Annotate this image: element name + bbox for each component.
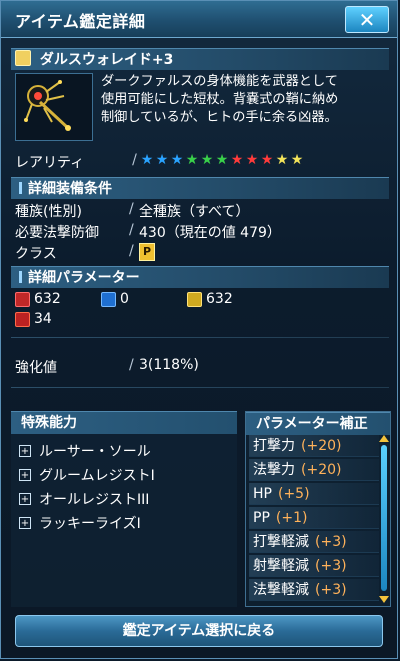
fire-element-stat: 34 bbox=[15, 311, 52, 327]
bonus-label: 打撃軽減 bbox=[253, 534, 309, 550]
rarity-star-icon: ★ bbox=[140, 152, 154, 168]
separator: / bbox=[129, 201, 134, 217]
tech-icon bbox=[187, 291, 202, 307]
separator: / bbox=[129, 222, 134, 238]
bonus-value: (+3) bbox=[315, 534, 347, 550]
required-tech-defense-value: 430（現在の値 479） bbox=[139, 225, 281, 241]
rarity-star-icon: ★ bbox=[245, 152, 259, 168]
bonus-label: 打撃力 bbox=[253, 438, 295, 454]
rarity-stars: / ★ ★ ★ ★ ★ ★ ★ ★ ★ ★ ★ bbox=[129, 152, 304, 168]
item-name-bar: ダルスウォレイド+3 bbox=[11, 48, 389, 70]
tech-stat: 632 bbox=[187, 291, 233, 307]
scroll-thumb[interactable] bbox=[381, 445, 387, 591]
fire-icon bbox=[15, 311, 30, 327]
description-line: 使用可能にした短杖。背嚢式の鞘に納め bbox=[101, 92, 339, 107]
rarity-star-icon: ★ bbox=[155, 152, 169, 168]
strike-value: 632 bbox=[34, 291, 61, 307]
bonus-row: 法撃力 (+20) bbox=[249, 459, 379, 481]
bonus-value: (+5) bbox=[277, 486, 310, 502]
rarity-star-icon: ★ bbox=[290, 152, 304, 168]
class-label: クラス bbox=[15, 246, 57, 262]
bonus-row: 打撃軽減 (+3) bbox=[249, 531, 379, 553]
bonus-value: (+1) bbox=[275, 510, 308, 526]
rarity-star-icon: ★ bbox=[260, 152, 274, 168]
enhancement-value: 3(118%) bbox=[139, 357, 199, 373]
separator: / bbox=[129, 357, 134, 373]
enhancement-label: 強化値 bbox=[15, 360, 57, 376]
bonus-label: HP bbox=[253, 486, 272, 502]
expand-icon: + bbox=[19, 517, 31, 529]
rarity-star-icon: ★ bbox=[170, 152, 184, 168]
description-line: 制御しているが、ヒトの手に余る凶器。 bbox=[101, 110, 338, 125]
item-image bbox=[15, 73, 93, 141]
expand-icon: + bbox=[19, 445, 31, 457]
ability-name: グルームレジストI bbox=[39, 468, 155, 484]
bonus-value: (+3) bbox=[315, 582, 347, 598]
strike-icon bbox=[15, 291, 30, 307]
ability-name: オールレジストIII bbox=[39, 492, 150, 508]
rarity-star-icon: ★ bbox=[230, 152, 244, 168]
parameters-header: 詳細パラメーター bbox=[11, 266, 389, 288]
special-abilities-header: 特殊能力 bbox=[11, 411, 237, 434]
ability-item[interactable]: + オールレジストIII bbox=[19, 489, 149, 509]
window-title: アイテム鑑定詳細 bbox=[15, 12, 146, 31]
strike-stat: 632 bbox=[15, 291, 61, 307]
return-to-selection-button[interactable]: 鑑定アイテム選択に戻る bbox=[15, 615, 383, 647]
bonus-value: (+20) bbox=[301, 462, 342, 478]
ability-name: ルーサー・ソール bbox=[39, 444, 151, 460]
bonus-label: 射撃軽減 bbox=[253, 558, 309, 574]
rarity-star-icon: ★ bbox=[200, 152, 214, 168]
wand-icon bbox=[24, 80, 71, 131]
rarity-label: レアリティ bbox=[15, 155, 85, 171]
fire-value: 34 bbox=[34, 311, 52, 327]
expand-icon: + bbox=[19, 493, 31, 505]
ability-name: ラッキーライズI bbox=[39, 516, 141, 532]
title-bar: アイテム鑑定詳細 ✕ bbox=[1, 1, 397, 38]
wand-icon bbox=[15, 50, 31, 66]
ability-item[interactable]: + グルームレジストI bbox=[19, 465, 155, 485]
parameter-bonus-header: パラメーター補正 bbox=[246, 412, 390, 435]
bonus-row: 打撃力 (+20) bbox=[249, 435, 379, 457]
race-gender-value: 全種族（すべて） bbox=[139, 204, 250, 220]
bonus-scrollbar[interactable] bbox=[379, 435, 389, 603]
scroll-down-arrow-icon[interactable] bbox=[379, 596, 389, 603]
bonus-row: 法撃軽減 (+3) bbox=[249, 579, 379, 601]
divider bbox=[11, 387, 389, 388]
bonus-row: 射撃軽減 (+3) bbox=[249, 555, 379, 577]
scroll-up-arrow-icon[interactable] bbox=[379, 435, 389, 442]
required-tech-defense-label: 必要法撃防御 bbox=[15, 225, 99, 241]
description-line: ダークファルスの身体機能を武器として bbox=[101, 74, 338, 89]
bonus-label: PP bbox=[253, 510, 270, 526]
item-name: ダルスウォレイド+3 bbox=[39, 52, 174, 68]
race-gender-label: 種族(性別) bbox=[15, 204, 82, 220]
bonus-value: (+3) bbox=[315, 558, 347, 574]
equip-conditions-header: 詳細装備条件 bbox=[11, 177, 389, 199]
bonus-row: HP (+5) bbox=[249, 483, 379, 505]
class-badge-icon: P bbox=[139, 243, 155, 261]
rarity-star-icon: ★ bbox=[215, 152, 229, 168]
item-appraisal-window: アイテム鑑定詳細 ✕ ダルスウォレイド+3 ダークファルスの身体機能を武器として… bbox=[0, 0, 398, 659]
expand-icon: + bbox=[19, 469, 31, 481]
ability-item[interactable]: + ラッキーライズI bbox=[19, 513, 141, 533]
close-button[interactable]: ✕ bbox=[345, 6, 389, 33]
range-icon bbox=[101, 291, 116, 307]
separator: / bbox=[132, 152, 137, 168]
ability-item[interactable]: + ルーサー・ソール bbox=[19, 441, 151, 461]
bonus-value: (+20) bbox=[301, 438, 342, 454]
bonus-label: 法撃力 bbox=[253, 462, 295, 478]
rarity-star-icon: ★ bbox=[185, 152, 199, 168]
range-stat: 0 bbox=[101, 291, 129, 307]
separator: / bbox=[129, 243, 134, 259]
bonus-row: PP (+1) bbox=[249, 507, 379, 529]
bonus-label: 法撃軽減 bbox=[253, 582, 309, 598]
tech-value: 632 bbox=[206, 291, 233, 307]
item-description: ダークファルスの身体機能を武器として 使用可能にした短杖。背嚢式の鞘に納め 制御… bbox=[101, 73, 385, 127]
divider bbox=[11, 337, 389, 338]
rarity-star-icon: ★ bbox=[275, 152, 289, 168]
range-value: 0 bbox=[120, 291, 129, 307]
